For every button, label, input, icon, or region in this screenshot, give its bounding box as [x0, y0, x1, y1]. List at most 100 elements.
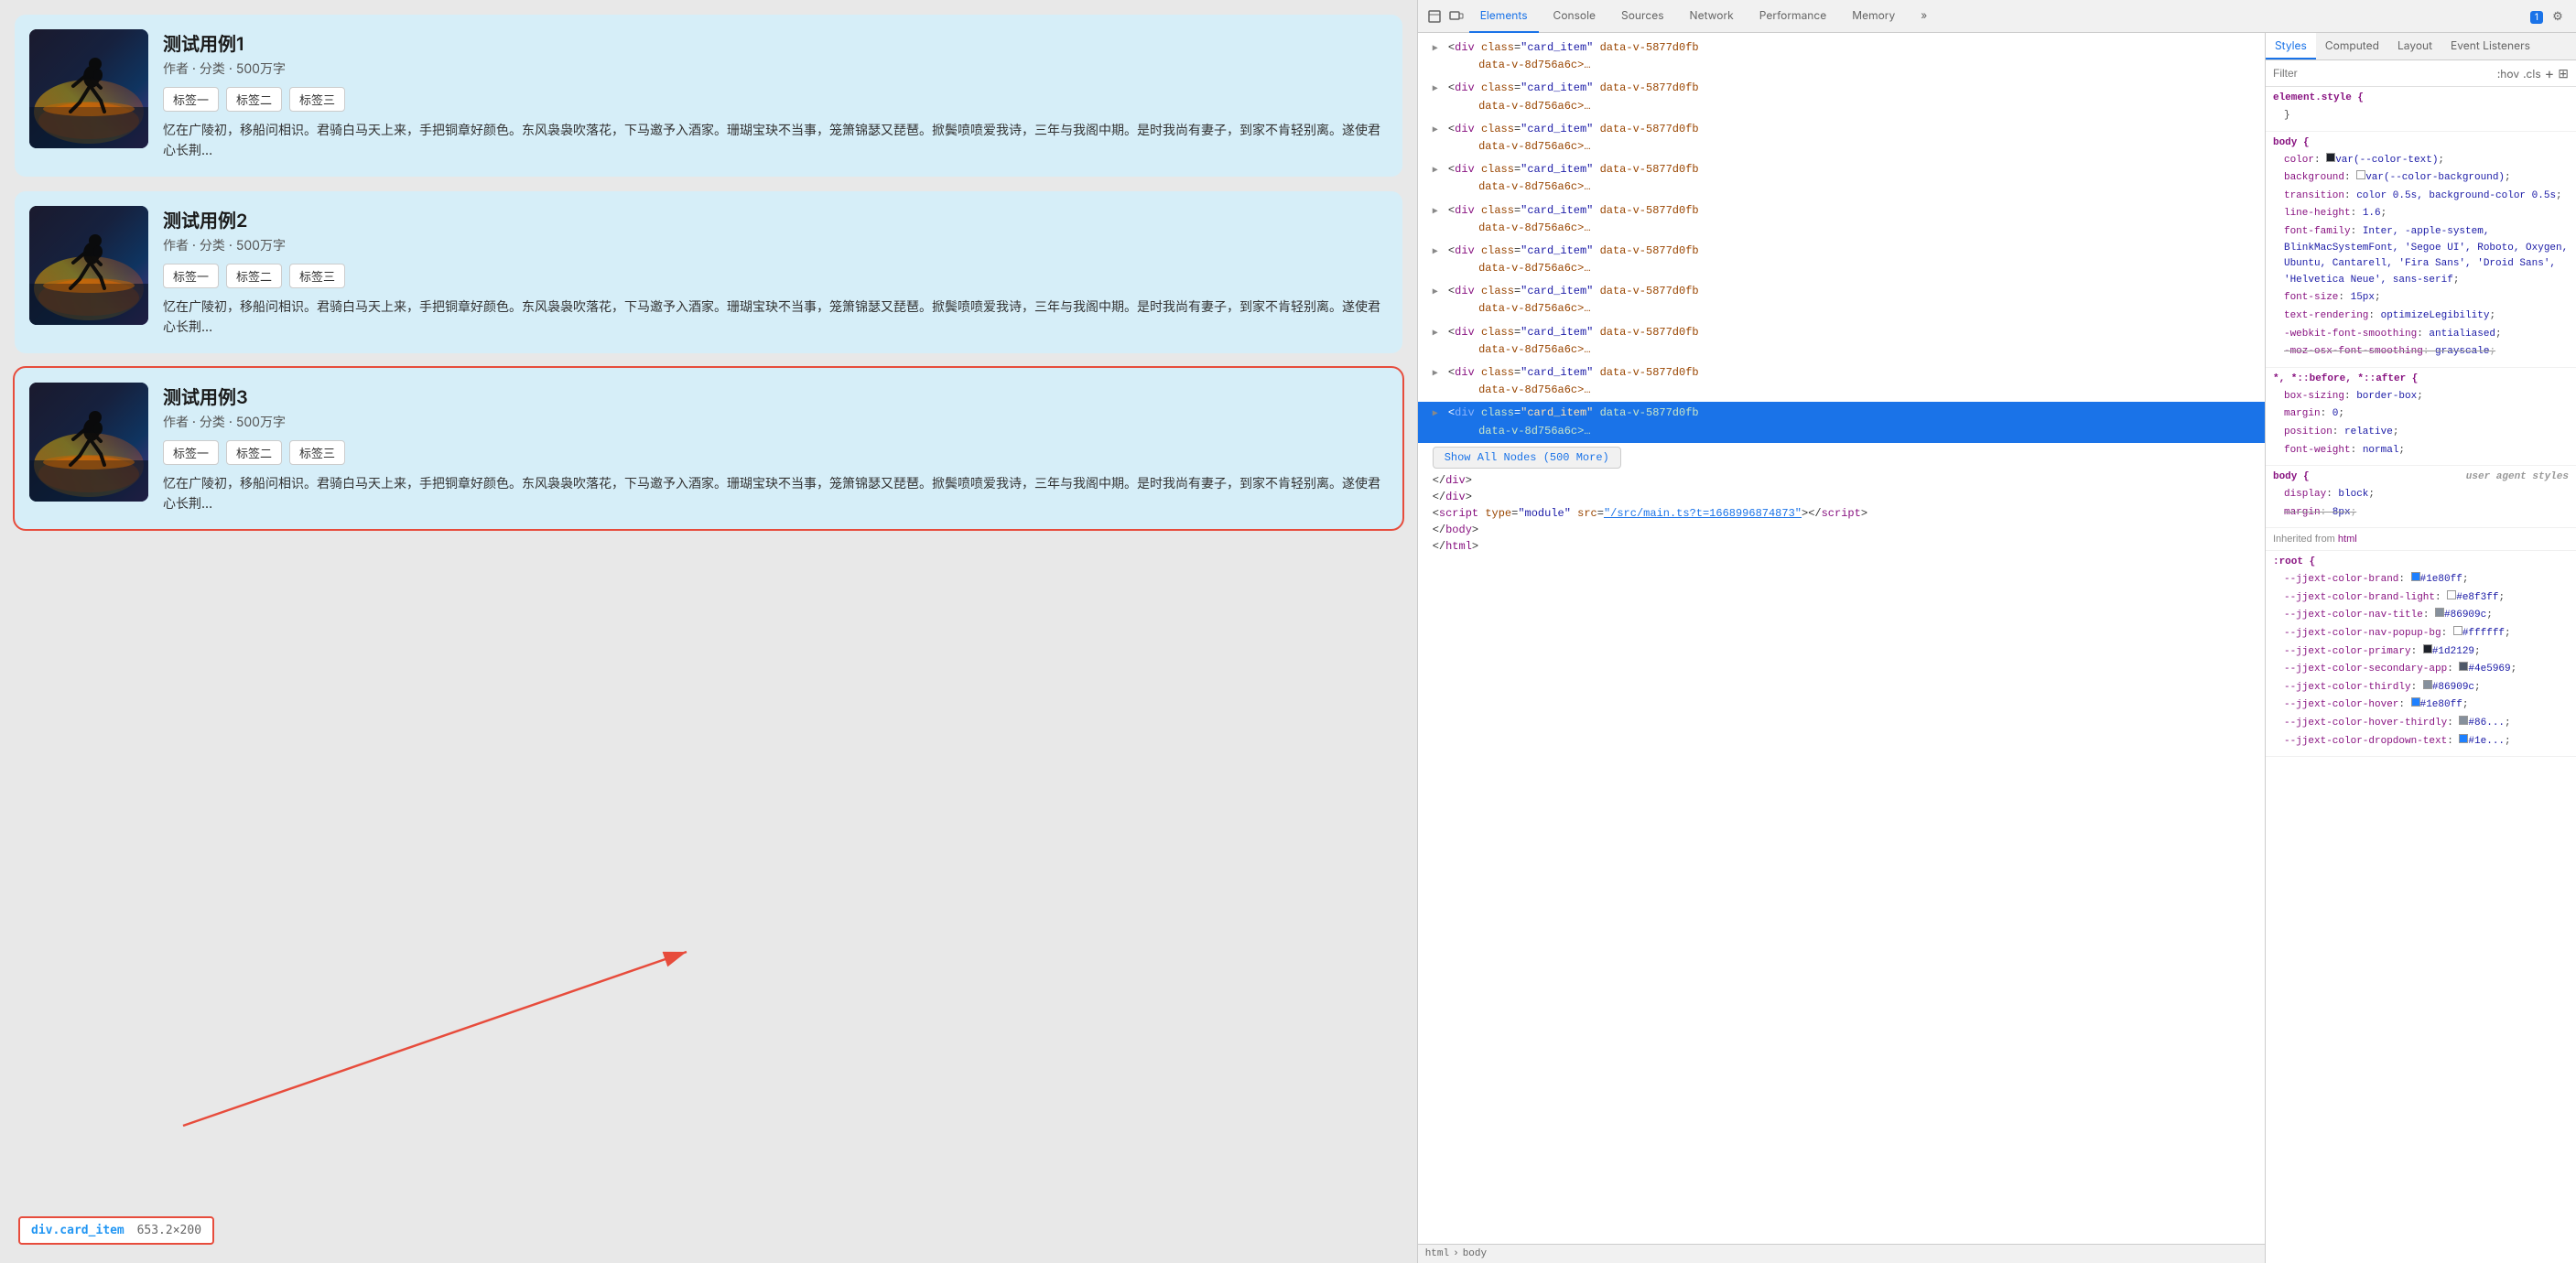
dom-node-2[interactable]: ▶ <div class="card_item" data-v-5877d0fb… — [1418, 118, 2265, 158]
dom-bottom-tag: </html> — [1418, 538, 2265, 555]
dom-node-0[interactable]: ▶ <div class="card_item" data-v-5877d0fb… — [1418, 37, 2265, 77]
inherited-from: Inherited from html — [2273, 534, 2569, 545]
style-selector[interactable]: body { — [2273, 137, 2569, 148]
style-prop[interactable]: --jjext-color-hover-thirdly: #86...; — [2273, 715, 2569, 733]
style-selector[interactable]: body {user agent styles — [2273, 471, 2569, 482]
style-prop[interactable]: display: block; — [2273, 486, 2569, 504]
style-prop[interactable]: box-sizing: border-box; — [2273, 388, 2569, 406]
tab-layout[interactable]: Layout — [2388, 33, 2441, 59]
responsive-design-icon[interactable] — [1447, 7, 1466, 26]
style-prop[interactable]: --jjext-color-primary: #1d2129; — [2273, 643, 2569, 662]
expand-arrow: ▶ — [1433, 84, 1438, 94]
style-prop[interactable]: --jjext-color-secondary-app: #4e5969; — [2273, 661, 2569, 679]
styles-content: element.style {}body { color: var(--colo… — [2266, 87, 2576, 1263]
inspect-element-icon[interactable] — [1425, 7, 1444, 26]
style-prop[interactable]: line-height: 1.6; — [2273, 205, 2569, 223]
style-prop[interactable]: --jjext-color-hover: #1e80ff; — [2273, 696, 2569, 715]
card-title-3: 测试用例3 — [163, 383, 1388, 409]
show-all-nodes-button[interactable]: Show All Nodes (500 More) — [1433, 447, 1621, 469]
style-prop[interactable]: text-rendering: optimizeLegibility; — [2273, 308, 2569, 326]
style-prop[interactable]: --jjext-color-brand-light: #e8f3ff; — [2273, 589, 2569, 608]
tab-event-listeners[interactable]: Event Listeners — [2441, 33, 2539, 59]
style-prop[interactable]: position: relative; — [2273, 424, 2569, 442]
expand-arrow: ▶ — [1433, 247, 1438, 257]
tag[interactable]: 标签一 — [163, 440, 219, 465]
tag[interactable]: 标签一 — [163, 264, 219, 288]
tag[interactable]: 标签二 — [226, 440, 282, 465]
style-selector[interactable]: :root { — [2273, 556, 2569, 567]
dom-panel[interactable]: ▶ <div class="card_item" data-v-5877d0fb… — [1418, 33, 2265, 1244]
expand-arrow: ▶ — [1433, 369, 1438, 379]
tab-styles[interactable]: Styles — [2266, 33, 2316, 59]
card-title-1: 测试用例1 — [163, 29, 1388, 56]
style-rule: Inherited from html — [2266, 528, 2576, 551]
card-desc-2: 忆在广陵初，移船问相识。君骑白马天上来，手把铜章好颜色。东风袅袅吹落花，下马邀予… — [163, 297, 1388, 339]
breadcrumb-body[interactable]: body — [1463, 1248, 1487, 1259]
tag[interactable]: 标签三 — [289, 440, 345, 465]
dom-node-1[interactable]: ▶ <div class="card_item" data-v-5877d0fb… — [1418, 77, 2265, 117]
style-prop[interactable]: background: var(--color-background); — [2273, 169, 2569, 188]
card-thumbnail-3 — [29, 383, 148, 502]
dom-breadcrumb: html › body — [1418, 1244, 2265, 1263]
styles-filter-cls[interactable]: .cls — [2523, 67, 2541, 81]
dom-node-6[interactable]: ▶ <div class="card_item" data-v-5877d0fb… — [1418, 280, 2265, 320]
style-prop[interactable]: margin: 8px; — [2273, 504, 2569, 523]
tab-memory[interactable]: Memory — [1841, 0, 1906, 33]
card-tags-2: 标签一标签二标签三 — [163, 264, 1388, 288]
style-prop[interactable]: --jjext-color-brand: #1e80ff; — [2273, 571, 2569, 589]
tag[interactable]: 标签二 — [226, 264, 282, 288]
tag[interactable]: 标签三 — [289, 87, 345, 112]
styles-filter-plus[interactable]: + — [2545, 64, 2555, 82]
tag[interactable]: 标签二 — [226, 87, 282, 112]
style-selector[interactable]: element.style { — [2273, 92, 2569, 103]
tab-performance[interactable]: Performance — [1748, 0, 1837, 33]
style-prop[interactable]: --jjext-color-dropdown-text: #1e...; — [2273, 733, 2569, 751]
style-prop[interactable]: --jjext-color-nav-title: #86909c; — [2273, 607, 2569, 625]
style-prop[interactable]: --jjext-color-nav-popup-bg: #ffffff; — [2273, 625, 2569, 643]
tab-network[interactable]: Network — [1679, 0, 1745, 33]
tab-sources[interactable]: Sources — [1610, 0, 1675, 33]
tag[interactable]: 标签三 — [289, 264, 345, 288]
style-prop[interactable]: transition: color 0.5s, background-color… — [2273, 188, 2569, 206]
dom-node-5[interactable]: ▶ <div class="card_item" data-v-5877d0fb… — [1418, 240, 2265, 280]
style-prop[interactable]: -moz-osx-font-smoothing: grayscale; — [2273, 343, 2569, 362]
styles-panel: Styles Computed Layout Event Listeners :… — [2265, 33, 2576, 1263]
dom-node-4[interactable]: ▶ <div class="card_item" data-v-5877d0fb… — [1418, 200, 2265, 240]
tab-console[interactable]: Console — [1542, 0, 1607, 33]
style-prop[interactable]: font-weight: normal; — [2273, 442, 2569, 460]
style-prop[interactable]: font-family: Inter, -apple-system, Blink… — [2273, 223, 2569, 289]
card-meta-3: 作者 · 分类 · 500万字 — [163, 413, 1388, 431]
dom-node-9[interactable]: ▶ <div class="card_item" data-v-5877d0fb… — [1418, 402, 2265, 442]
style-prop[interactable]: -webkit-font-smoothing: antialiased; — [2273, 326, 2569, 344]
devtools-tabbar: Elements Console Sources Network Perform… — [1418, 0, 2576, 33]
card-title-2: 测试用例2 — [163, 206, 1388, 232]
card-desc-1: 忆在广陵初，移船问相识。君骑白马天上来，手把铜章好颜色。东风袅袅吹落花，下马邀予… — [163, 121, 1388, 162]
style-prop[interactable]: margin: 0; — [2273, 405, 2569, 424]
card-thumbnail-1 — [29, 29, 148, 148]
dom-node-7[interactable]: ▶ <div class="card_item" data-v-5877d0fb… — [1418, 321, 2265, 362]
style-prop[interactable]: --jjext-color-thirdly: #86909c; — [2273, 679, 2569, 697]
card-item-2[interactable]: 测试用例2 作者 · 分类 · 500万字 标签一标签二标签三 忆在广陵初，移船… — [15, 191, 1402, 353]
tab-more[interactable]: » — [1910, 0, 1938, 33]
style-prop[interactable]: font-size: 15px; — [2273, 289, 2569, 308]
style-source: user agent styles — [2466, 471, 2569, 482]
card-item-1[interactable]: 测试用例1 作者 · 分类 · 500万字 标签一标签二标签三 忆在广陵初，移船… — [15, 15, 1402, 177]
card-item-3[interactable]: 测试用例3 作者 · 分类 · 500万字 标签一标签二标签三 忆在广陵初，移船… — [15, 368, 1402, 530]
element-badge-name: div.card_item — [31, 1224, 124, 1237]
tab-computed[interactable]: Computed — [2316, 33, 2388, 59]
devtools-settings-icon[interactable]: ⚙ — [2547, 5, 2569, 27]
style-rule: *, *::before, *::after { box-sizing: bor… — [2266, 368, 2576, 466]
card-content-2: 测试用例2 作者 · 分类 · 500万字 标签一标签二标签三 忆在广陵初，移船… — [163, 206, 1388, 339]
styles-filter-hov[interactable]: :hov — [2497, 67, 2519, 81]
dom-node-3[interactable]: ▶ <div class="card_item" data-v-5877d0fb… — [1418, 158, 2265, 199]
styles-filter-icon[interactable]: ⊞ — [2558, 66, 2569, 81]
dom-node-8[interactable]: ▶ <div class="card_item" data-v-5877d0fb… — [1418, 362, 2265, 402]
tag[interactable]: 标签一 — [163, 87, 219, 112]
style-selector[interactable]: *, *::before, *::after { — [2273, 373, 2569, 384]
tab-elements[interactable]: Elements — [1469, 0, 1539, 33]
dom-closing-div2: </div> — [1418, 489, 2265, 505]
style-prop[interactable]: color: var(--color-text); — [2273, 152, 2569, 170]
styles-filter-bar: :hov .cls + ⊞ — [2266, 60, 2576, 87]
breadcrumb-html[interactable]: html — [1425, 1248, 1449, 1259]
styles-filter-input[interactable] — [2273, 67, 2494, 80]
